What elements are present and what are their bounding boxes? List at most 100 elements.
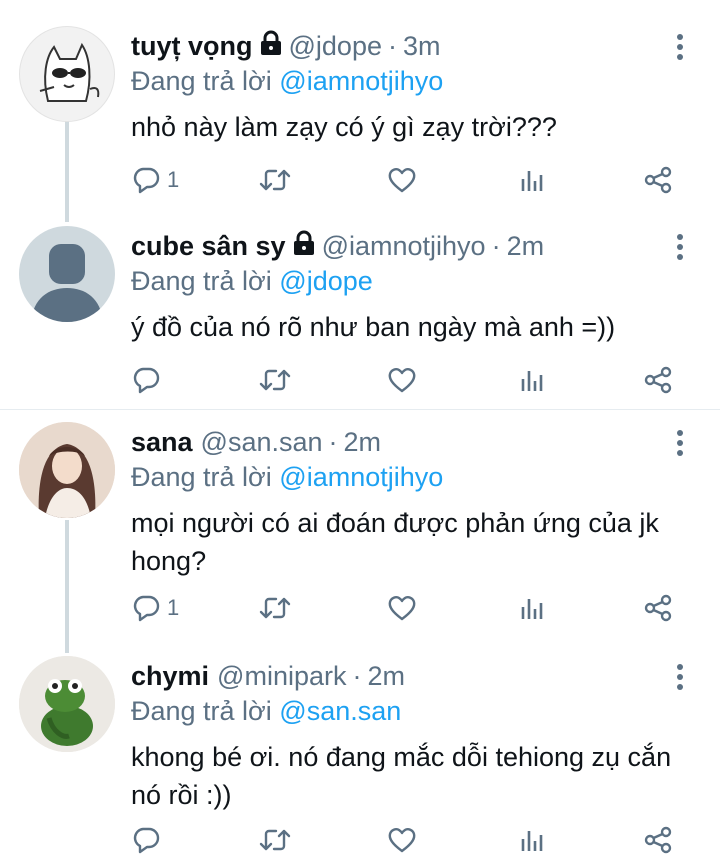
- replying-to-mention[interactable]: @san.san: [279, 696, 401, 726]
- like-icon: [388, 168, 416, 193]
- replying-prefix: Đang trả lời: [131, 66, 272, 96]
- replying-to-mention[interactable]: @jdope: [279, 266, 372, 296]
- like-button[interactable]: [387, 822, 417, 858]
- retweet-icon: [259, 829, 291, 851]
- retweet-button[interactable]: [259, 590, 291, 626]
- reply-count: 1: [167, 595, 180, 620]
- share-icon: [644, 826, 672, 854]
- tweet-actions: [131, 362, 691, 398]
- analytics-icon: [521, 599, 543, 619]
- share-button[interactable]: [643, 362, 673, 398]
- tweet-text: mọi người có ai đoán được phản ứng của j…: [131, 508, 659, 576]
- separator: ·: [328, 426, 338, 457]
- analytics-button[interactable]: [517, 822, 547, 858]
- handle[interactable]: @iamnotjihyo: [322, 231, 486, 262]
- reply-icon: [133, 367, 160, 394]
- like-button[interactable]: [387, 162, 417, 198]
- retweet-button[interactable]: [259, 822, 291, 858]
- tweet[interactable]: tuyț vọng @jdope · 3m Đang trả lời @iamn…: [0, 26, 720, 206]
- retweet-icon: [259, 597, 291, 619]
- separator: ·: [387, 30, 397, 61]
- reply-button[interactable]: [131, 362, 167, 398]
- avatar[interactable]: [19, 656, 115, 752]
- retweet-button[interactable]: [259, 162, 291, 198]
- handle[interactable]: @minipark: [217, 661, 346, 692]
- thread-divider: [0, 409, 720, 410]
- like-icon: [388, 828, 416, 853]
- analytics-button[interactable]: [517, 362, 547, 398]
- tweet-text: nhỏ này làm zạy có ý gì zạy trời???: [131, 112, 557, 142]
- replying-to: Đang trả lời @san.san: [131, 696, 401, 727]
- replying-prefix: Đang trả lời: [131, 696, 272, 726]
- replying-to: Đang trả lời @jdope: [131, 266, 373, 297]
- tweet-header: chymi @minipark · 2m: [131, 656, 405, 696]
- timestamp[interactable]: 2m: [507, 231, 545, 262]
- tweet-actions: 1: [131, 162, 691, 198]
- reply-count: 1: [167, 167, 180, 192]
- share-icon: [644, 594, 672, 622]
- retweet-icon: [259, 369, 291, 391]
- reply-icon: [133, 167, 160, 194]
- display-name[interactable]: chymi: [131, 661, 209, 692]
- replying-to-mention[interactable]: @iamnotjihyo: [279, 462, 443, 492]
- user-photo-icon: [19, 656, 115, 752]
- default-avatar-icon: [31, 244, 103, 322]
- analytics-icon: [521, 171, 543, 191]
- timestamp[interactable]: 3m: [403, 31, 441, 62]
- tweet[interactable]: cube sân sy @iamnotjihyo · 2m Đang trả l…: [0, 226, 720, 406]
- more-options-icon[interactable]: [668, 428, 692, 458]
- reply-button[interactable]: [131, 822, 167, 858]
- retweet-button[interactable]: [259, 362, 291, 398]
- tweet[interactable]: chymi @minipark · 2m Đang trả lời @san.s…: [0, 656, 720, 867]
- more-options-icon[interactable]: [668, 32, 692, 62]
- display-name[interactable]: cube sân sy: [131, 231, 286, 262]
- user-photo-icon: [19, 422, 115, 518]
- reply-icon: [133, 595, 160, 622]
- tweet-header: cube sân sy @iamnotjihyo · 2m: [131, 226, 544, 266]
- share-icon: [644, 166, 672, 194]
- reply-button[interactable]: 1: [131, 590, 179, 626]
- timestamp[interactable]: 2m: [344, 427, 382, 458]
- replying-prefix: Đang trả lời: [131, 266, 272, 296]
- analytics-button[interactable]: [517, 162, 547, 198]
- like-button[interactable]: [387, 590, 417, 626]
- tweet-actions: 1: [131, 590, 691, 626]
- share-button[interactable]: [643, 822, 673, 858]
- tweet-text: khong bé ơi. nó đang mắc dỗi tehiong zụ …: [131, 742, 672, 810]
- lock-icon: [259, 30, 283, 63]
- handle[interactable]: @jdope: [289, 31, 382, 62]
- tweet-header: tuyț vọng @jdope · 3m: [131, 26, 441, 66]
- reply-icon: [133, 827, 160, 854]
- display-name[interactable]: tuyț vọng: [131, 31, 253, 62]
- like-button[interactable]: [387, 362, 417, 398]
- tweet-text: ý đồ của nó rõ như ban ngày mà anh =)): [131, 312, 616, 342]
- retweet-icon: [259, 169, 291, 191]
- replying-prefix: Đang trả lời: [131, 462, 272, 492]
- like-icon: [388, 596, 416, 621]
- like-icon: [388, 368, 416, 393]
- analytics-icon: [521, 831, 543, 851]
- share-button[interactable]: [643, 590, 673, 626]
- analytics-icon: [521, 371, 543, 391]
- display-name[interactable]: sana: [131, 427, 193, 458]
- more-options-icon[interactable]: [668, 662, 692, 692]
- handle[interactable]: @san.san: [201, 427, 323, 458]
- avatar[interactable]: [19, 26, 115, 122]
- replying-to: Đang trả lời @iamnotjihyo: [131, 462, 443, 493]
- lock-icon: [292, 230, 316, 263]
- tweet-actions: [131, 822, 691, 858]
- avatar[interactable]: [19, 226, 115, 322]
- share-button[interactable]: [643, 162, 673, 198]
- analytics-button[interactable]: [517, 590, 547, 626]
- replying-to: Đang trả lời @iamnotjihyo: [131, 66, 443, 97]
- timestamp[interactable]: 2m: [367, 661, 405, 692]
- replying-to-mention[interactable]: @iamnotjihyo: [279, 66, 443, 96]
- reply-button[interactable]: 1: [131, 162, 179, 198]
- separator: ·: [352, 660, 362, 691]
- cat-avatar-icon: [39, 42, 100, 102]
- tweet-header: sana @san.san · 2m: [131, 422, 381, 462]
- avatar[interactable]: [19, 422, 115, 518]
- tweet[interactable]: sana @san.san · 2m Đang trả lời @iamnotj…: [0, 422, 720, 632]
- more-options-icon[interactable]: [668, 232, 692, 262]
- share-icon: [644, 366, 672, 394]
